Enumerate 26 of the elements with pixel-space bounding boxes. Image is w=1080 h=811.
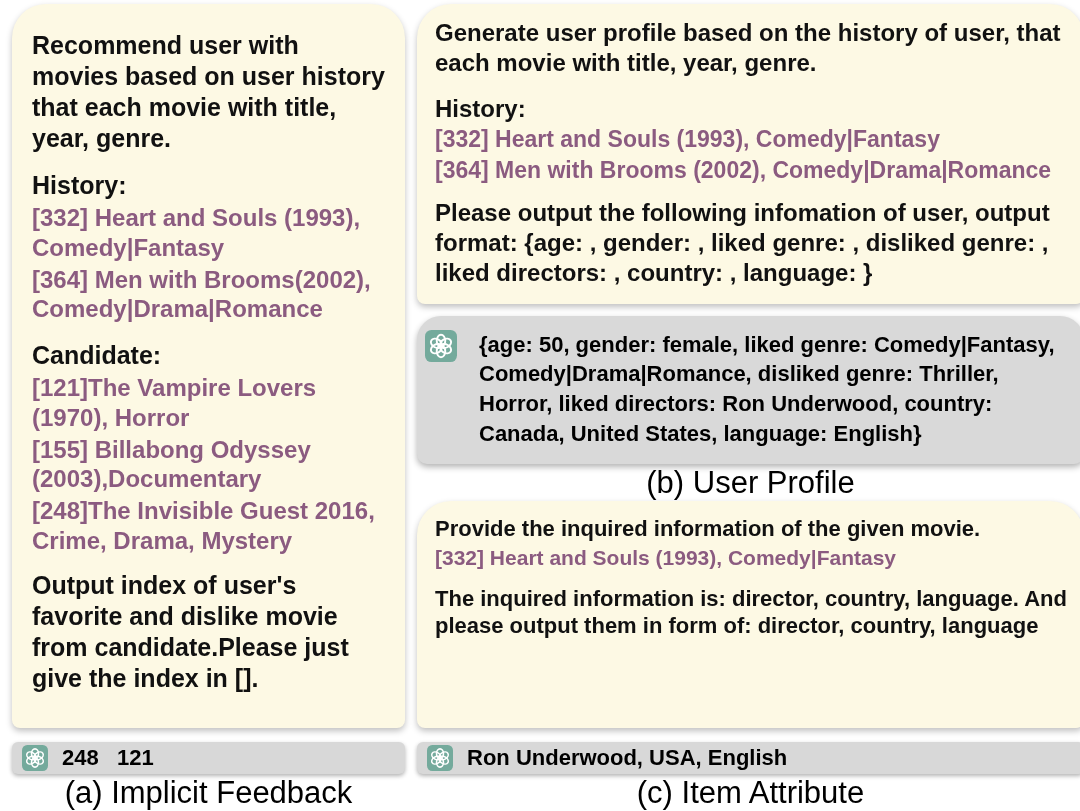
section-heading: History: xyxy=(32,170,128,201)
panel-caption: (a) Implicit Feedback xyxy=(63,773,354,811)
movie-entry: [332] Heart and Souls (1993), Comedy|Fantasy xyxy=(435,125,941,154)
response-text: Ron Underwood, USA, English xyxy=(467,744,788,771)
prompt-text: Please output the following infomation of user, output format: {age: , gender: , liked genre: , disliked genre: , liked directors: , country: , language: } xyxy=(435,198,1051,288)
movie-entry: [332] Heart and Souls (1993), Comedy|Fantasy xyxy=(32,203,362,263)
section-heading: Candidate: xyxy=(32,340,163,371)
movie-entry: [332] Heart and Souls (1993), Comedy|Fantasy xyxy=(435,544,898,571)
movie-entry: [121]The Vampire Lovers (1970), Horror xyxy=(32,373,318,433)
chat-logo-icon xyxy=(427,744,453,771)
response-text: 248 121 xyxy=(62,744,154,771)
section-heading: History: xyxy=(435,93,527,124)
chat-logo-icon xyxy=(22,744,48,771)
chat-logo-icon xyxy=(425,329,457,362)
prompt-text: Generate user profile based on the history of user, that each movie with title, year, genre. xyxy=(435,18,1062,78)
movie-entry: [155] Billabong Odyssey (2003),Documentary xyxy=(32,434,312,494)
prompt-text: The inquired information is: director, country, language. And please output them in form of: director, country, language xyxy=(435,584,1068,640)
panel-caption: (c) Item Attribute xyxy=(635,773,866,811)
prompt-text: Provide the inquired information of the given movie. xyxy=(435,515,982,543)
movie-entry: [248]The Invisible Guest 2016, Crime, Drama, Mystery xyxy=(32,496,376,556)
movie-entry: [364] Men with Brooms(2002), Comedy|Drama|Romance xyxy=(32,264,372,324)
prompt-text: Output index of user's favorite and dislike movie from candidate.Please just give the index in []. xyxy=(32,569,350,694)
response-text: {age: 50, gender: female, liked genre: Comedy|Fantasy, Comedy|Drama|Romance, disliked genre: Thriller, Horror, liked directors: Ron Underwood, country: Canada, United States, language: English} xyxy=(479,330,1056,448)
movie-entry: [364] Men with Brooms (2002), Comedy|Drama|Romance xyxy=(435,155,1053,185)
prompt-text: Recommend user with movies based on user history that each movie with title, year, genre. xyxy=(32,30,386,154)
panel-caption: (b) User Profile xyxy=(645,464,856,502)
